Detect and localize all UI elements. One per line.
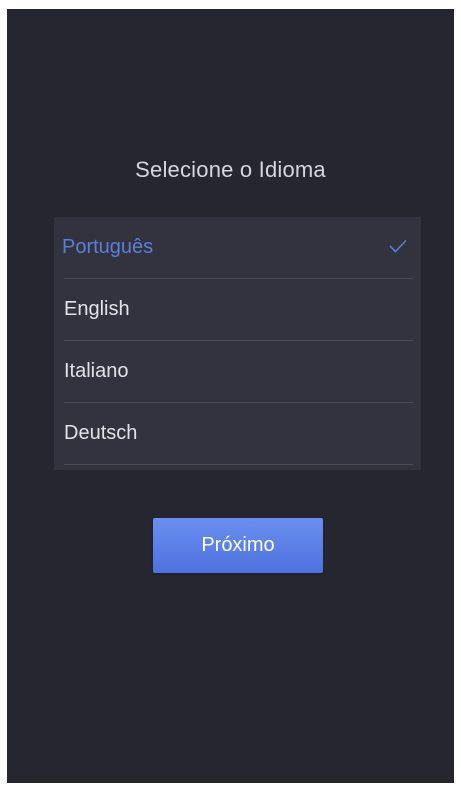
language-label: English [64, 298, 130, 320]
language-option-english[interactable]: English [64, 279, 413, 341]
page-title: Selecione o Idioma [135, 157, 326, 182]
language-option-italiano[interactable]: Italiano [64, 341, 413, 403]
language-label: Deutsch [64, 422, 138, 444]
language-label: Português [62, 236, 154, 258]
language-option-portugues[interactable]: Português [62, 217, 413, 279]
checkmark-icon [389, 239, 407, 253]
language-option-deutsch[interactable]: Deutsch [64, 403, 413, 465]
device-screen: Selecione o Idioma Português English Ita… [7, 9, 454, 783]
next-button[interactable]: Próximo [153, 518, 323, 573]
language-list: Português English Italiano Deutsch [54, 217, 421, 470]
language-label: Italiano [64, 360, 129, 382]
